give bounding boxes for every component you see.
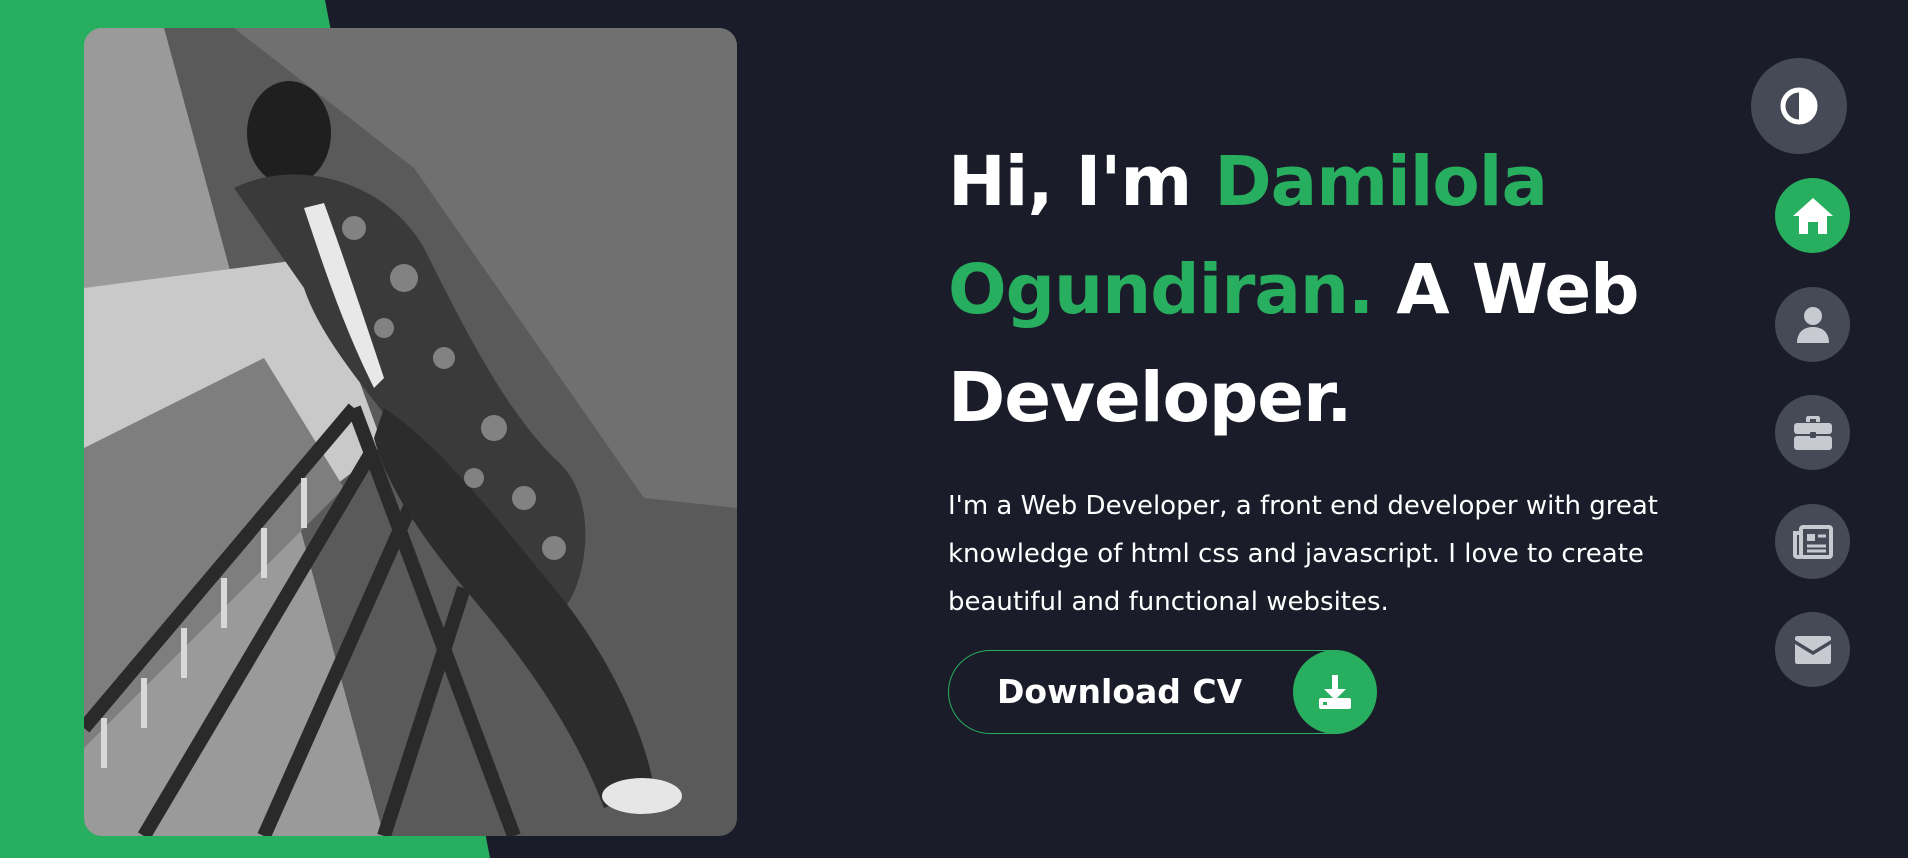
nav-about-button[interactable] — [1775, 287, 1850, 362]
home-icon — [1792, 197, 1833, 234]
hero-section: Hi, I'm Damilola Ogundiran. A Web Develo… — [948, 128, 1708, 626]
briefcase-icon — [1793, 415, 1832, 450]
hero-greeting: Hi, I'm — [948, 142, 1215, 222]
profile-photo — [84, 28, 737, 836]
hero-description: I'm a Web Developer, a front end develop… — [948, 491, 1658, 617]
download-cv-button[interactable]: Download CV — [948, 649, 1377, 734]
theme-toggle-button[interactable] — [1751, 58, 1847, 154]
download-cv-label: Download CV — [997, 672, 1243, 711]
hero-heading: Hi, I'm Damilola Ogundiran. A Web Develo… — [948, 128, 1708, 452]
nav-contact-button[interactable] — [1775, 612, 1850, 687]
nav-blogs-button[interactable] — [1775, 504, 1850, 579]
user-icon — [1796, 306, 1829, 343]
envelope-icon — [1794, 635, 1831, 664]
newspaper-icon — [1792, 524, 1833, 559]
contrast-icon — [1780, 87, 1818, 125]
download-icon — [1293, 649, 1377, 734]
nav-home-button[interactable] — [1775, 178, 1850, 253]
nav-portfolio-button[interactable] — [1775, 395, 1850, 470]
